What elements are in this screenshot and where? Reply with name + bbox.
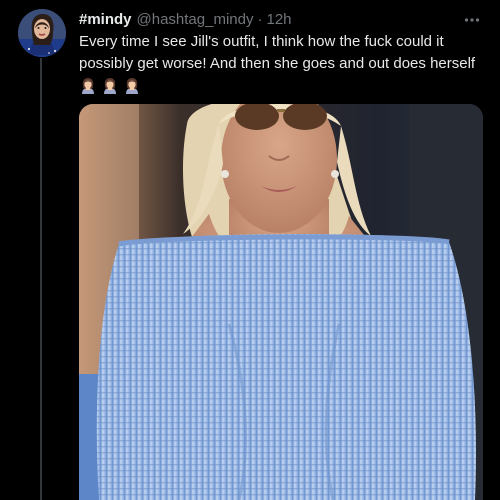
tweet[interactable]: #mindy @hashtag_mindy · 12h Every time I…: [0, 0, 500, 500]
avatar[interactable]: [18, 9, 66, 57]
timestamp[interactable]: 12h: [266, 10, 291, 30]
woman-facepalming-icon: [101, 77, 119, 95]
display-name[interactable]: #mindy: [79, 10, 132, 30]
tweet-header: #mindy @hashtag_mindy · 12h: [79, 10, 292, 30]
thread-line: [40, 58, 42, 500]
tweet-photo[interactable]: [79, 104, 483, 500]
emoji-row: [79, 75, 141, 97]
woman-facepalming-icon: [123, 77, 141, 95]
woman-facepalming-icon: [79, 77, 97, 95]
tweet-text: Every time I see Jill's outfit, I think …: [79, 33, 476, 72]
separator-dot: ·: [257, 11, 263, 28]
user-handle[interactable]: @hashtag_mindy: [137, 10, 254, 30]
more-horizontal-icon[interactable]: [462, 10, 482, 30]
